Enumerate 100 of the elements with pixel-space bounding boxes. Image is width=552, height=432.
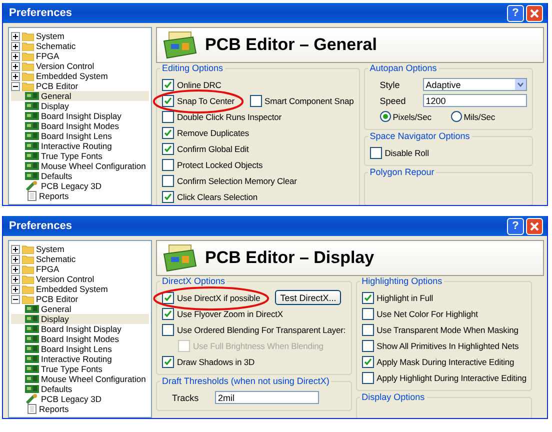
expand-icon[interactable]: [11, 42, 20, 50]
expand-icon[interactable]: [11, 254, 20, 264]
tree-item[interactable]: True Type Fonts: [41, 151, 102, 161]
checkbox[interactable]: [362, 356, 374, 368]
field-label: Speed: [378, 96, 407, 106]
tree-item[interactable]: System: [36, 244, 64, 254]
page-title: PCB Editor – General: [205, 35, 377, 55]
tree-item[interactable]: True Type Fonts: [41, 364, 102, 374]
checkbox[interactable]: [162, 292, 174, 304]
help-button[interactable]: ?: [507, 4, 524, 22]
checkbox[interactable]: [162, 142, 174, 154]
circuit-board-icon: [25, 152, 39, 160]
close-button[interactable]: [526, 218, 543, 234]
tree-item[interactable]: PCB Legacy 3D: [41, 394, 102, 404]
expand-icon[interactable]: [11, 264, 20, 274]
checkbox[interactable]: [162, 158, 174, 170]
tree-item[interactable]: Display: [41, 101, 69, 111]
checkbox-label: Use Flyover Zoom in DirectX: [177, 308, 283, 318]
tree-item[interactable]: Schematic: [36, 41, 76, 51]
checkbox[interactable]: [162, 110, 174, 122]
tree-item[interactable]: Version Control: [36, 274, 94, 284]
folder-icon: [22, 264, 34, 274]
circuit-board-icon: [25, 132, 39, 140]
expand-icon[interactable]: [11, 72, 20, 80]
circuit-board-icon: [25, 142, 39, 150]
tree-item[interactable]: Reports: [39, 191, 69, 201]
input-field[interactable]: 2mil: [215, 391, 319, 404]
tree-item[interactable]: Board Insight Lens: [41, 344, 112, 354]
radio-button[interactable]: [380, 111, 391, 122]
tree-item[interactable]: Interactive Routing: [41, 354, 112, 364]
collapse-icon[interactable]: [11, 82, 20, 90]
tree-item[interactable]: Board Insight Modes: [41, 334, 119, 344]
group-title: Space Navigator Options: [368, 131, 472, 141]
checkbox[interactable]: [162, 324, 174, 336]
checkbox[interactable]: [162, 174, 174, 186]
tree-item[interactable]: Mouse Wheel Configuration: [41, 161, 146, 171]
radio-label: Pixels/Sec: [392, 112, 432, 122]
window-title: Preferences: [9, 7, 73, 19]
tree-item[interactable]: Board Insight Modes: [41, 121, 119, 131]
radio-label: Mils/Sec: [464, 112, 496, 122]
circuit-board-icon: [25, 325, 39, 333]
circuit-board-icon: [25, 102, 39, 110]
tree-item[interactable]: Version Control: [36, 61, 94, 71]
tree-item[interactable]: Defaults: [41, 384, 72, 394]
expand-icon[interactable]: [11, 32, 20, 40]
group-title: Polygon Repour: [368, 167, 436, 177]
checkbox[interactable]: [162, 308, 174, 320]
tree-item[interactable]: PCB Legacy 3D: [41, 181, 102, 191]
tree-item[interactable]: Embedded System: [36, 284, 108, 294]
tree-item[interactable]: Interactive Routing: [41, 141, 112, 151]
checkbox[interactable]: [250, 94, 262, 106]
close-icon: [530, 8, 539, 18]
field-label: Tracks: [171, 392, 200, 402]
input-field[interactable]: 1200: [422, 94, 527, 107]
tree-item[interactable]: Schematic: [36, 254, 76, 264]
tree-item[interactable]: Board Insight Lens: [41, 131, 112, 141]
checkbox[interactable]: [162, 356, 174, 368]
folder-icon: [22, 274, 34, 284]
checkbox[interactable]: [162, 78, 174, 90]
tree-item[interactable]: PCB Editor: [36, 294, 78, 304]
tree-item[interactable]: General: [41, 304, 72, 314]
tree-item[interactable]: Reports: [39, 404, 69, 414]
circuit-board-icon: [25, 375, 39, 383]
checkbox[interactable]: [362, 292, 374, 304]
expand-icon[interactable]: [11, 52, 20, 60]
checkbox[interactable]: [162, 190, 174, 202]
checkbox[interactable]: [362, 308, 374, 320]
radio-button[interactable]: [450, 111, 462, 122]
caret-down-icon: [514, 79, 526, 90]
close-button[interactable]: [526, 4, 543, 22]
tree-item[interactable]: System: [36, 31, 64, 41]
checkbox-label: Draw Shadows in 3D: [177, 356, 255, 366]
dropdown[interactable]: Adaptive: [422, 78, 527, 91]
expand-icon[interactable]: [11, 284, 20, 294]
tree-item[interactable]: Embedded System: [36, 71, 108, 81]
help-button[interactable]: ?: [507, 218, 524, 234]
circuit-board-icon: [25, 365, 39, 373]
checkbox-label: Use Net Color For Highlight: [376, 308, 478, 318]
expand-icon[interactable]: [11, 274, 20, 284]
checkbox-label: Snap To Center: [177, 96, 235, 106]
expand-icon[interactable]: [11, 244, 20, 254]
checkbox[interactable]: [370, 146, 382, 158]
tree-item[interactable]: Board Insight Display: [41, 324, 122, 334]
test-button[interactable]: Test DirectX...: [275, 290, 342, 305]
folder-icon: [22, 254, 34, 264]
expand-icon[interactable]: [11, 62, 20, 70]
tree-item[interactable]: PCB Editor: [36, 81, 78, 91]
checkbox-label: Protect Locked Objects: [177, 160, 263, 170]
checkbox[interactable]: [362, 372, 374, 384]
tree-item[interactable]: Board Insight Display: [41, 111, 122, 121]
tree-item[interactable]: FPGA: [36, 264, 60, 274]
tree-item[interactable]: Defaults: [41, 171, 72, 181]
page-title: PCB Editor – Display: [205, 248, 374, 268]
checkbox[interactable]: [162, 126, 174, 138]
checkbox[interactable]: [362, 324, 374, 336]
tree-item[interactable]: Mouse Wheel Configuration: [41, 374, 146, 384]
tree-item[interactable]: FPGA: [36, 51, 60, 61]
checkbox[interactable]: [362, 340, 374, 352]
collapse-icon[interactable]: [11, 294, 20, 304]
checkbox[interactable]: [162, 94, 174, 106]
